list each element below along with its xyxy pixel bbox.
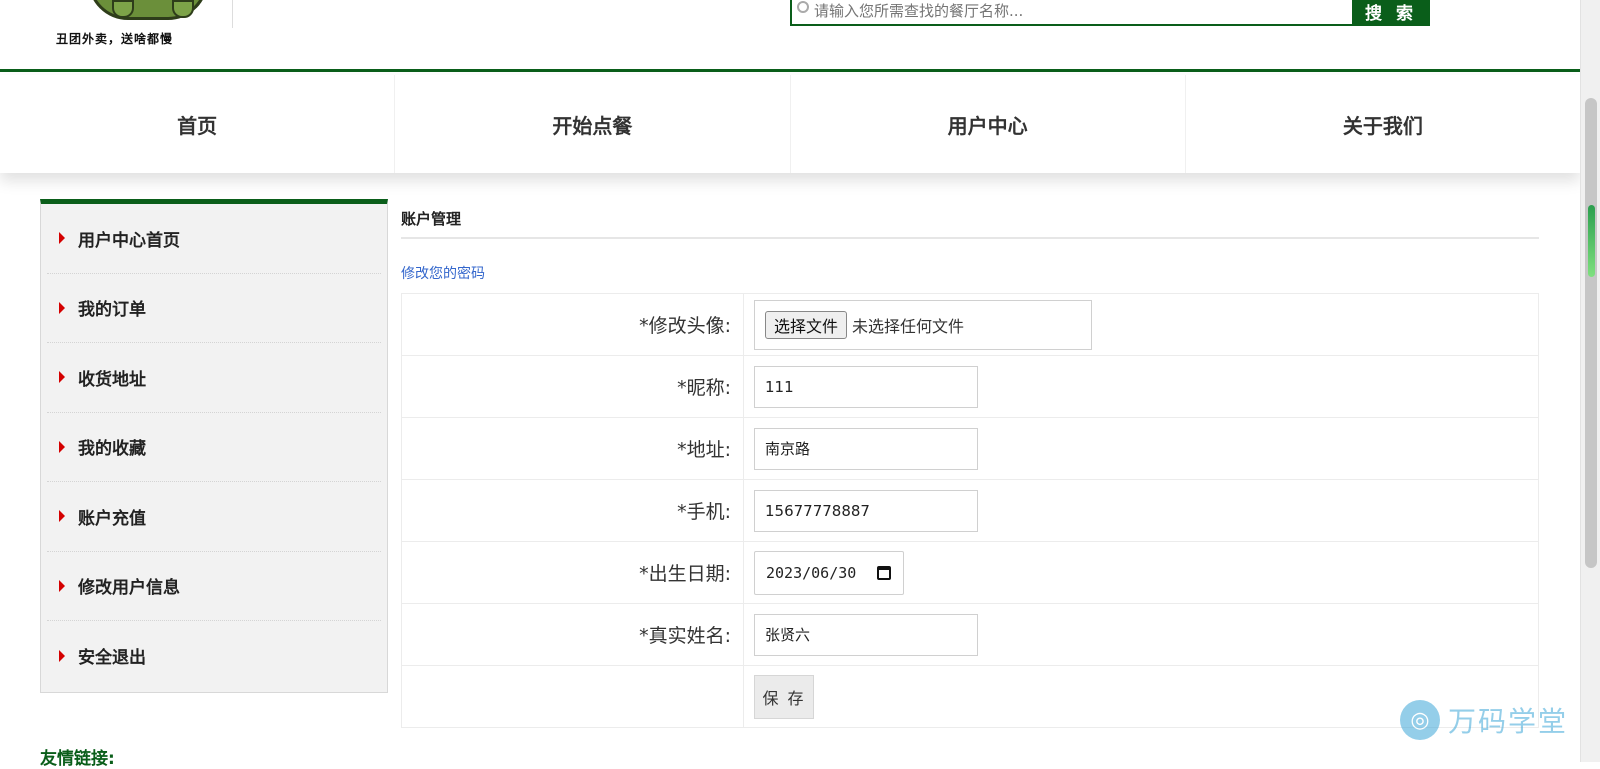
form-row-actions: 保 存	[401, 665, 1539, 728]
logo-divider	[232, 0, 233, 28]
header: 丑团外卖，送啥都慢 搜 索	[0, 0, 1580, 72]
calendar-icon[interactable]	[877, 565, 891, 580]
scrollbar-thumb[interactable]	[1585, 98, 1597, 568]
nickname-input[interactable]	[754, 365, 978, 408]
realname-label: *真实姓名:	[401, 603, 744, 666]
friend-links-title: 友情链接:	[40, 749, 115, 769]
user-sidebar: 用户中心首页 我的订单 收货地址 我的收藏 账户充值 修改用户信息 安全退出	[40, 199, 388, 693]
sidebar-item-recharge[interactable]: 账户充值	[47, 482, 381, 552]
nav-about-us[interactable]: 关于我们	[1186, 75, 1580, 173]
search-bar: 搜 索	[790, 0, 1430, 26]
sidebar-item-label: 我的订单	[78, 300, 146, 321]
sidebar-item-label: 安全退出	[78, 648, 146, 669]
birthday-date-input[interactable]: 2023/06/30	[754, 550, 904, 595]
file-status-text: 未选择任何文件	[852, 316, 965, 336]
page-title: 账户管理	[401, 199, 1539, 239]
realname-input[interactable]	[754, 613, 978, 656]
phone-input[interactable]	[754, 489, 978, 532]
sidebar-item-edit-profile[interactable]: 修改用户信息	[47, 551, 381, 621]
form-row-avatar: *修改头像: 选择文件 未选择任何文件	[401, 293, 1539, 356]
form-row-realname: *真实姓名:	[401, 603, 1539, 666]
address-label: *地址:	[401, 417, 744, 480]
sidebar-item-favorites[interactable]: 我的收藏	[47, 412, 381, 482]
logo-turtle-foot-right	[172, 0, 194, 18]
form-row-nickname: *昵称:	[401, 355, 1539, 418]
triangle-bullet-icon	[59, 440, 65, 453]
profile-form: *修改头像: 选择文件 未选择任何文件 *昵称: *地址: *手机:	[401, 293, 1539, 728]
sidebar-item-label: 我的收藏	[78, 439, 146, 460]
logo-turtle-foot-left	[112, 0, 134, 18]
save-button[interactable]: 保 存	[754, 674, 814, 719]
address-input[interactable]	[754, 427, 978, 470]
sidebar-item-my-orders[interactable]: 我的订单	[47, 273, 381, 343]
nav-start-order[interactable]: 开始点餐	[395, 75, 791, 173]
triangle-bullet-icon	[59, 649, 65, 662]
avatar-file-input: 选择文件 未选择任何文件	[754, 299, 1092, 350]
form-row-address: *地址:	[401, 417, 1539, 480]
avatar-label: *修改头像:	[401, 293, 744, 356]
nav-home[interactable]: 首页	[0, 75, 396, 173]
watermark: ◎ 万码学堂	[1400, 700, 1568, 740]
watermark-logo-icon: ◎	[1400, 700, 1440, 740]
sidebar-item-label: 用户中心首页	[78, 230, 180, 251]
search-icon	[797, 1, 809, 13]
search-input[interactable]	[792, 0, 1352, 24]
main-content: 账户管理 修改您的密码 *修改头像: 选择文件 未选择任何文件 *昵称: *地址…	[401, 199, 1539, 728]
triangle-bullet-icon	[59, 301, 65, 314]
triangle-bullet-icon	[59, 510, 65, 523]
sidebar-item-label: 收货地址	[78, 369, 146, 390]
phone-label: *手机:	[401, 479, 744, 542]
sidebar-item-addresses[interactable]: 收货地址	[47, 343, 381, 413]
watermark-text: 万码学堂	[1448, 705, 1569, 738]
choose-file-button[interactable]: 选择文件	[765, 310, 848, 339]
triangle-bullet-icon	[59, 232, 65, 245]
form-row-birthday: *出生日期: 2023/06/30	[401, 541, 1539, 604]
nav-user-center[interactable]: 用户中心	[791, 75, 1186, 173]
site-logo[interactable]: 丑团外卖，送啥都慢	[40, 0, 230, 48]
sidebar-item-label: 账户充值	[78, 508, 146, 529]
triangle-bullet-icon	[59, 371, 65, 384]
scrollbar-indicator	[1588, 205, 1595, 277]
change-password-link[interactable]: 修改您的密码	[401, 263, 1539, 283]
sidebar-item-label: 修改用户信息	[78, 578, 180, 599]
sidebar-item-user-home[interactable]: 用户中心首页	[47, 204, 381, 274]
form-row-phone: *手机:	[401, 479, 1539, 542]
birthday-value: 2023/06/30	[766, 563, 857, 582]
logo-slogan: 丑团外卖，送啥都慢	[56, 32, 174, 46]
sidebar-item-logout[interactable]: 安全退出	[47, 621, 381, 691]
page-scrollbar[interactable]	[1580, 0, 1600, 762]
main-nav: 首页 开始点餐 用户中心 关于我们	[0, 75, 1580, 173]
birthday-label: *出生日期:	[401, 541, 744, 604]
triangle-bullet-icon	[59, 579, 65, 592]
nickname-label: *昵称:	[401, 355, 744, 418]
search-button[interactable]: 搜 索	[1352, 0, 1430, 26]
